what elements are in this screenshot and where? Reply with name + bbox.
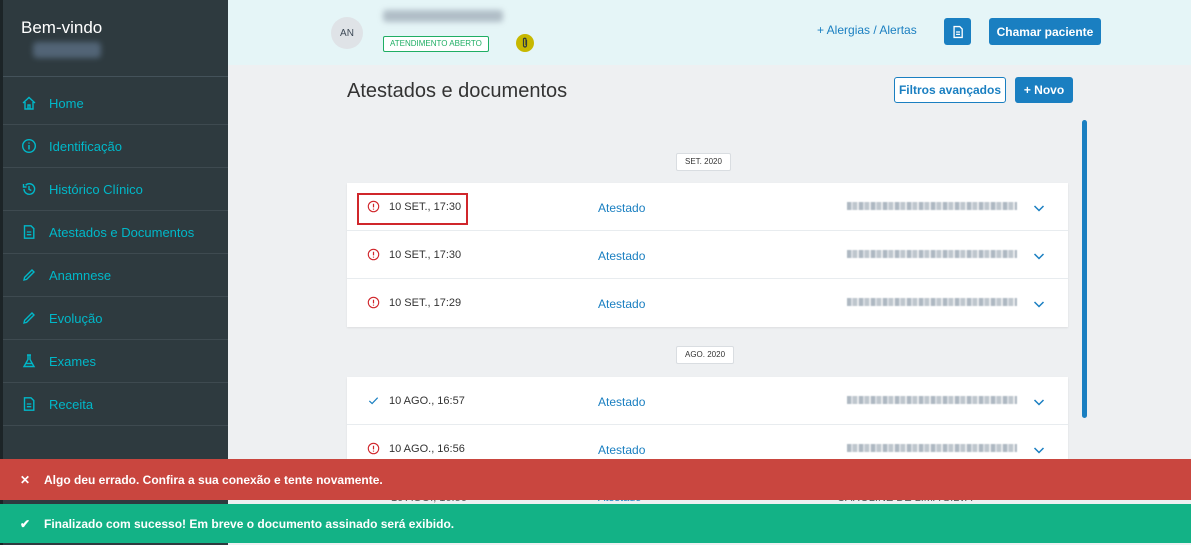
- check-icon: [368, 397, 379, 405]
- row-type[interactable]: Atestado: [598, 395, 645, 409]
- patient-header: AN ATENDIMENTO ABERTO + Alergias / Alert…: [228, 0, 1191, 65]
- sidebar-item-label: Receita: [49, 396, 94, 412]
- new-button[interactable]: + Novo: [1015, 77, 1073, 103]
- flask-icon: [22, 354, 36, 368]
- error-icon: [367, 248, 380, 261]
- info-icon: [21, 138, 37, 154]
- error-toast[interactable]: ✕ Algo deu errado. Confira a sua conexão…: [0, 459, 1191, 500]
- history-icon: [22, 183, 36, 195]
- document-icon: [23, 225, 35, 239]
- chevron-down-icon[interactable]: [1032, 443, 1046, 457]
- sidebar-item-receita[interactable]: Receita: [3, 383, 228, 426]
- sidebar-item-evolucao[interactable]: Evolução: [3, 297, 228, 340]
- sidebar-item-label: Evolução: [49, 310, 103, 326]
- sidebar-item-home[interactable]: Home: [3, 82, 228, 125]
- row-timestamp-text: 10 SET., 17:30: [389, 248, 462, 261]
- date-group-label: SET. 2020: [676, 153, 731, 171]
- doctor-name-blurred: [847, 202, 1017, 210]
- avatar: AN: [331, 17, 363, 49]
- document-button[interactable]: [944, 18, 971, 45]
- row-timestamp-text: 10 AGO., 16:57: [389, 394, 465, 407]
- date-group-label: AGO. 2020: [676, 346, 735, 364]
- row-timestamp: 10 AGO., 16:56: [367, 442, 465, 455]
- sidebar-item-label: Exames: [49, 353, 96, 369]
- document-icon: [952, 25, 963, 38]
- home-icon: [22, 96, 36, 110]
- sidebar-item-label: Histórico Clínico: [49, 181, 143, 197]
- sidebar-item-atestados[interactable]: Atestados e Documentos: [3, 211, 228, 254]
- sidebar-menu: Home Identificação Histórico Clínico Ate…: [3, 82, 228, 426]
- row-timestamp: 10 SET., 17:30: [367, 248, 461, 261]
- sidebar-item-label: Atestados e Documentos: [49, 224, 195, 240]
- error-toast-message: Algo deu errado. Confira a sua conexão e…: [44, 472, 383, 487]
- page-title: Atestados e documentos: [347, 80, 568, 102]
- doctor-name-blurred: [847, 298, 1017, 306]
- advanced-filters-button[interactable]: Filtros avançados: [894, 77, 1006, 103]
- row-type[interactable]: Atestado: [598, 443, 645, 457]
- sidebar-item-identificacao[interactable]: Identificação: [3, 125, 228, 168]
- attachment-icon[interactable]: [516, 34, 534, 52]
- sidebar-item-exames[interactable]: Exames: [3, 340, 228, 383]
- row-type[interactable]: Atestado: [598, 201, 645, 215]
- sidebar-item-anamnese[interactable]: Anamnese: [3, 254, 228, 297]
- pencil-icon: [23, 269, 35, 281]
- chevron-down-icon[interactable]: [1032, 201, 1046, 215]
- scrollbar[interactable]: [1082, 120, 1087, 418]
- sidebar-item-label: Home: [49, 95, 84, 111]
- patient-name-blurred: [383, 10, 503, 22]
- doctor-name-blurred: [847, 444, 1017, 452]
- doctor-name-blurred: [847, 250, 1017, 258]
- row-timestamp-text: 10 AGO., 16:56: [389, 442, 465, 455]
- sidebar-item-label: Anamnese: [49, 267, 112, 283]
- sidebar-item-historico[interactable]: Histórico Clínico: [3, 168, 228, 211]
- row-type[interactable]: Atestado: [598, 249, 645, 263]
- table-row[interactable]: 10 AGO., 16:57 Atestado: [347, 377, 1068, 425]
- call-patient-button[interactable]: Chamar paciente: [989, 18, 1101, 45]
- allergies-alerts-link[interactable]: + Alergias / Alertas: [817, 23, 917, 37]
- status-badge: ATENDIMENTO ABERTO: [383, 36, 489, 52]
- success-toast-message: Finalizado com sucesso! Em breve o docum…: [44, 516, 455, 531]
- success-toast[interactable]: ✔ Finalizado com sucesso! Em breve o doc…: [0, 504, 1191, 543]
- sidebar-divider: [3, 76, 228, 77]
- document-icon: [23, 397, 35, 411]
- chevron-down-icon[interactable]: [1032, 395, 1046, 409]
- sidebar-item-label: Identificação: [49, 138, 122, 154]
- row-type[interactable]: Atestado: [598, 297, 645, 311]
- user-name-blurred: [33, 42, 101, 58]
- error-icon: [367, 442, 380, 455]
- check-icon: ✔: [20, 516, 31, 531]
- doctor-name-blurred: [847, 396, 1017, 404]
- pencil-icon: [23, 312, 35, 324]
- error-icon: [367, 296, 380, 309]
- table-row[interactable]: 10 SET., 17:29 Atestado: [347, 279, 1068, 327]
- row-timestamp: 10 AGO., 16:57: [367, 394, 465, 407]
- chevron-down-icon[interactable]: [1032, 249, 1046, 263]
- highlight-box: [357, 193, 468, 225]
- row-timestamp-text: 10 SET., 17:29: [389, 296, 462, 309]
- close-icon[interactable]: ✕: [20, 473, 32, 487]
- row-timestamp: 10 SET., 17:29: [367, 296, 461, 309]
- table-row[interactable]: 10 SET., 17:30 Atestado: [347, 231, 1068, 279]
- welcome-text: Bem-vindo: [21, 18, 103, 37]
- chevron-down-icon[interactable]: [1032, 297, 1046, 311]
